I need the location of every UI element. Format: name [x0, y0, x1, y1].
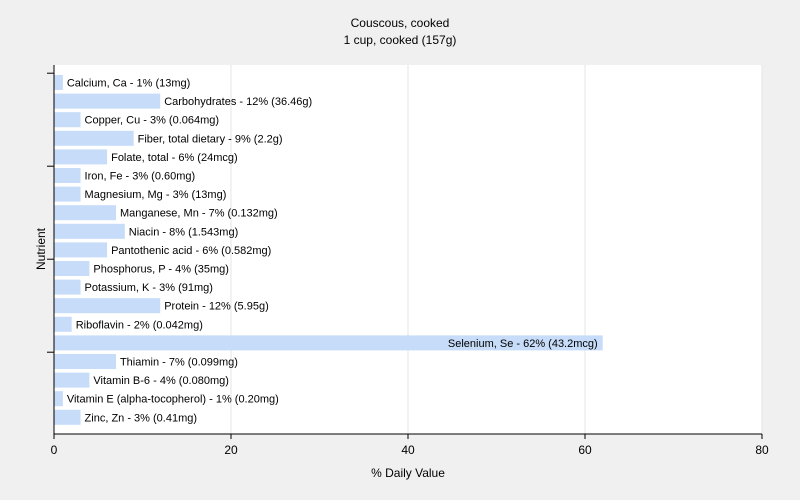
bar-3: [54, 130, 134, 146]
bar-label-11: Potassium, K - 3% (91mg): [85, 282, 213, 294]
bar-11: [54, 279, 81, 295]
bar-6: [54, 186, 81, 202]
bar-label-9: Pantothenic acid - 6% (0.582mg): [111, 245, 271, 257]
bar-label-5: Iron, Fe - 3% (0.60mg): [85, 171, 196, 183]
bar-15: [54, 354, 116, 369]
nutrient-bar-chart: Couscous, cooked 1 cup, cooked (157g) Ca…: [34, 16, 769, 480]
bar-1: [54, 93, 161, 109]
bar-8: [54, 223, 125, 239]
x-tick-label-4: 80: [755, 443, 769, 457]
bar-label-2: Copper, Cu - 3% (0.064mg): [85, 115, 220, 127]
bar-17: [54, 391, 63, 407]
bar-label-10: Phosphorus, P - 4% (35mg): [93, 264, 229, 276]
bar-7: [54, 205, 116, 221]
bar-label-18: Zinc, Zn - 3% (0.41mg): [85, 412, 197, 424]
bar-label-1: Carbohydrates - 12% (36.46g): [164, 96, 312, 108]
chart-title: Couscous, cooked: [351, 16, 450, 30]
bar-13: [54, 316, 72, 332]
bar-label-15: Thiamin - 7% (0.099mg): [120, 357, 238, 369]
bar-label-6: Magnesium, Mg - 3% (13mg): [85, 189, 227, 201]
bar-label-8: Niacin - 8% (1.543mg): [129, 226, 238, 238]
bar-label-13: Riboflavin - 2% (0.042mg): [76, 319, 203, 331]
x-tick-label-0: 0: [51, 443, 58, 457]
bar-4: [54, 149, 108, 165]
bar-16: [54, 372, 90, 388]
x-tick-label-2: 40: [401, 443, 415, 457]
x-axis-label: % Daily Value: [371, 466, 445, 480]
bar-label-12: Protein - 12% (5.95g): [164, 301, 269, 313]
bar-label-7: Manganese, Mn - 7% (0.132mg): [120, 208, 278, 220]
x-tick-label-3: 60: [578, 443, 592, 457]
x-tick-label-1: 20: [224, 443, 238, 457]
chart-subtitle: 1 cup, cooked (157g): [344, 33, 457, 47]
y-axis-label: Nutrient: [34, 227, 48, 270]
x-ticks-group: 0 20 40 60 80: [51, 434, 769, 457]
bar-label-14: Selenium, Se - 62% (43.2mcg): [448, 338, 598, 350]
bar-10: [54, 261, 90, 276]
bar-18: [54, 409, 81, 425]
bar-9: [54, 242, 108, 258]
bar-12: [54, 298, 161, 314]
bar-0: [54, 75, 63, 90]
bar-2: [54, 112, 81, 128]
bar-label-3: Fiber, total dietary - 9% (2.2g): [138, 133, 283, 145]
bar-label-0: Calcium, Ca - 1% (13mg): [67, 78, 190, 90]
bar-label-17: Vitamin E (alpha-tocopherol) - 1% (0.20m…: [67, 394, 279, 406]
chart-root: Couscous, cooked 1 cup, cooked (157g) Ca…: [0, 0, 800, 500]
bar-label-4: Folate, total - 6% (24mcg): [111, 152, 238, 164]
bar-label-16: Vitamin B-6 - 4% (0.080mg): [93, 375, 229, 387]
bar-5: [54, 168, 81, 183]
